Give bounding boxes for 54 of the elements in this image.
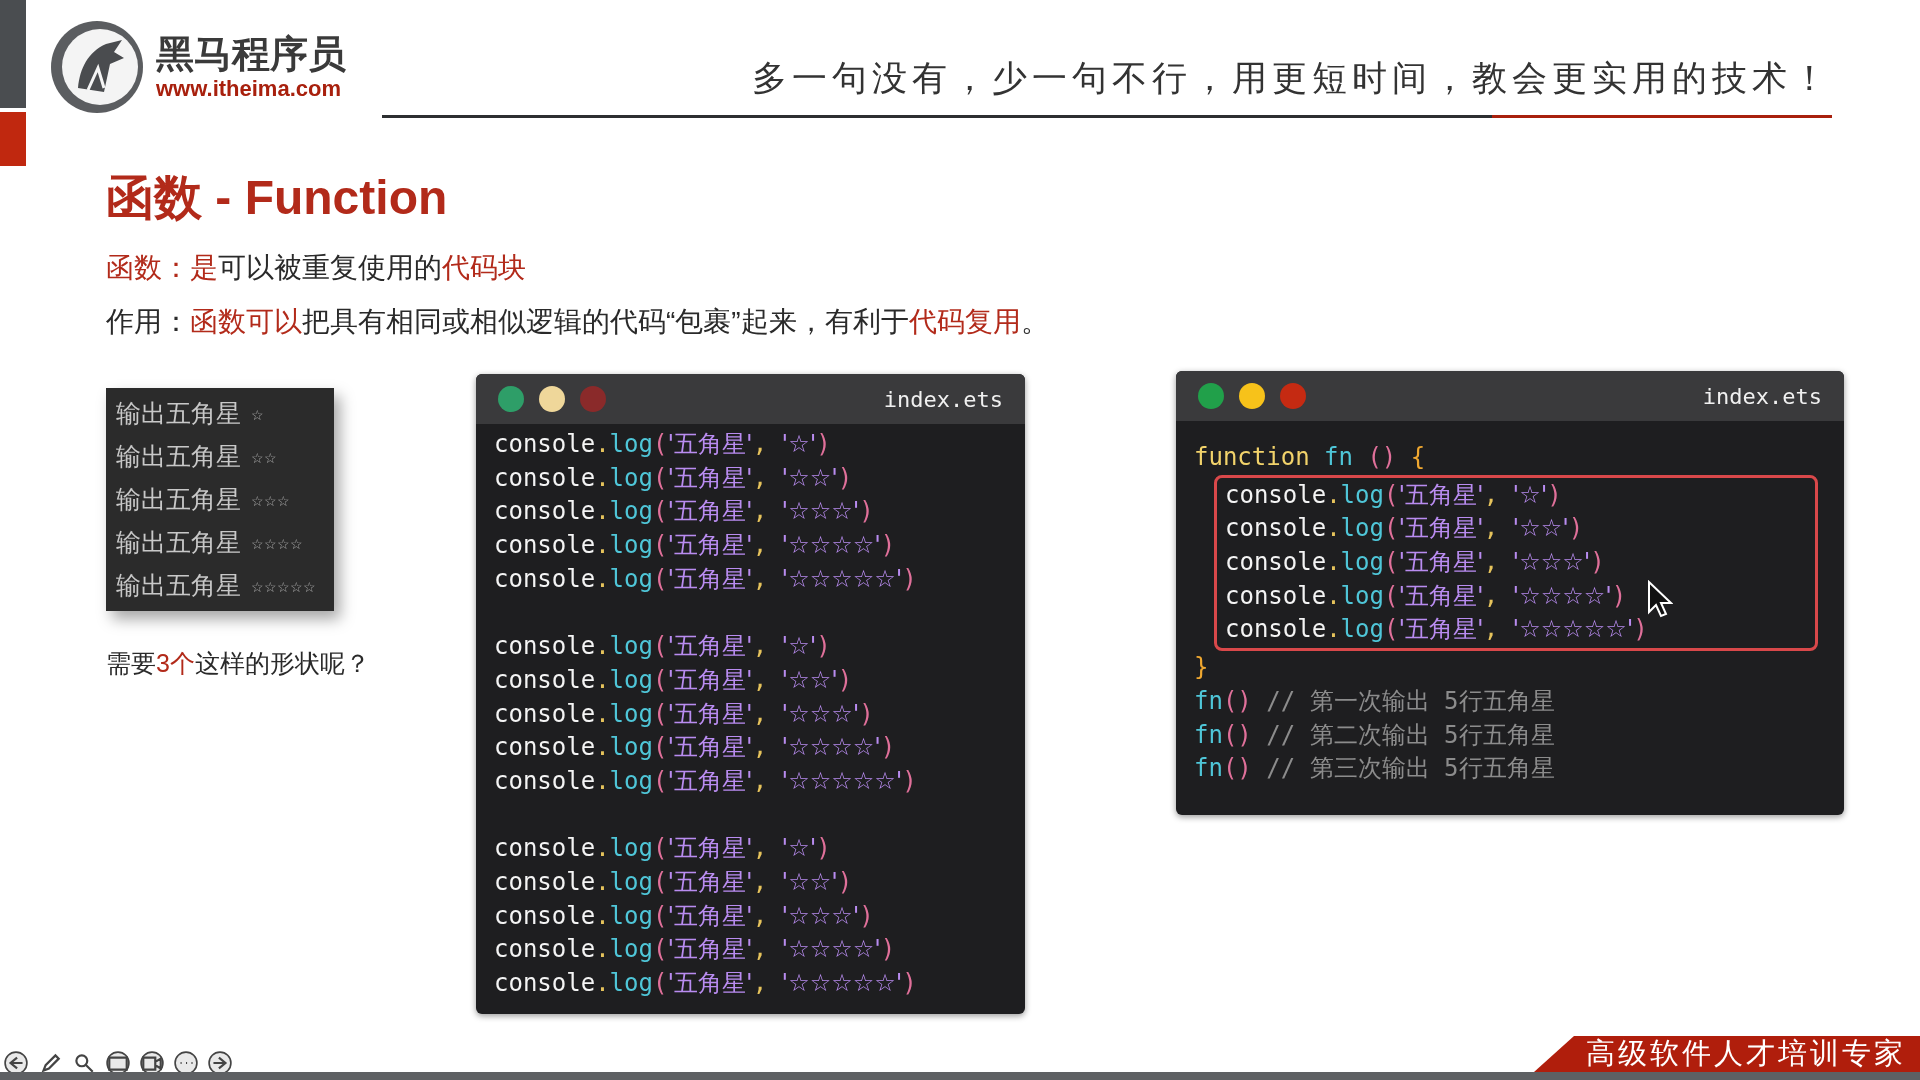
code-line: console.log('五角星', '☆☆☆☆☆') xyxy=(1225,614,1648,646)
brand-name: 黑马程序员 xyxy=(156,32,346,76)
code-line: console.log('五角星', '☆☆') xyxy=(1225,513,1584,545)
output-label: 输出五角星 xyxy=(116,397,241,429)
code-line: console.log('五角星', '☆☆☆☆') xyxy=(494,530,896,562)
code-line: fn() // 第三次输出 5行五角星 xyxy=(1194,753,1555,785)
code-line: console.log('五角星', '☆☆') xyxy=(494,664,853,696)
definition-text: 作用：函数可以把具有相同或相似逻辑的代码“包裹”起来，有利于代码复用。 xyxy=(106,305,1049,339)
question-text: 需要3个这样的形状呢？ xyxy=(106,648,370,679)
captions-icon[interactable] xyxy=(106,1051,130,1075)
code-line: console.log('五角星', '☆☆☆') xyxy=(494,496,874,528)
star-output: ☆☆☆☆ xyxy=(251,535,303,554)
forward-icon[interactable] xyxy=(208,1051,232,1075)
output-label: 输出五角星 xyxy=(116,483,241,515)
star-output: ☆☆ xyxy=(251,449,277,468)
code-line: console.log('五角星', '☆☆☆☆') xyxy=(494,934,896,966)
code-line: console.log('五角星', '☆☆☆☆') xyxy=(1225,580,1627,612)
definition-text: 函数：是可以被重复使用的代码块 xyxy=(106,251,526,285)
output-label: 输出五角星 xyxy=(116,526,241,558)
code-line: } xyxy=(1194,652,1209,684)
code-line: fn() // 第二次输出 5行五角星 xyxy=(1194,719,1555,751)
mouse-cursor-icon xyxy=(1647,579,1673,618)
slide-title: 函数 - Function xyxy=(106,170,448,226)
code-line: console.log('五角星', '☆') xyxy=(494,631,831,663)
file-name: index.ets xyxy=(883,385,1003,414)
star-output: ☆☆☆☆☆ xyxy=(251,578,316,597)
code-line: console.log('五角星', '☆☆☆☆') xyxy=(494,732,896,764)
slogan: 多一句没有，少一句不行，用更短时间，教会更实用的技术！ xyxy=(752,57,1832,100)
search-icon[interactable] xyxy=(72,1051,96,1075)
back-icon[interactable] xyxy=(4,1051,28,1075)
code-line: console.log('五角星', '☆☆☆☆☆') xyxy=(494,968,917,999)
code-line: console.log('五角星', '☆') xyxy=(494,429,831,460)
code-line: function fn () { xyxy=(1194,442,1426,473)
star-output: ☆ xyxy=(251,406,264,425)
output-label: 输出五角星 xyxy=(116,569,241,601)
code-line: console.log('五角星', '☆☆☆') xyxy=(494,698,874,730)
code-line: fn() // 第一次输出 5行五角星 xyxy=(1194,685,1555,717)
star-output: ☆☆☆ xyxy=(251,492,290,511)
output-label: 输出五角星 xyxy=(116,440,241,472)
logo-icon xyxy=(48,18,146,116)
file-name: index.ets xyxy=(1702,382,1822,411)
banner-text: 高级软件人才培训专家 xyxy=(1586,1036,1906,1072)
video-camera-icon[interactable] xyxy=(140,1051,164,1075)
code-line: console.log('五角星', '☆☆☆☆☆') xyxy=(494,765,917,797)
code-line: console.log('五角星', '☆') xyxy=(494,833,831,865)
more-icon[interactable] xyxy=(174,1051,198,1075)
code-line: console.log('五角星', '☆') xyxy=(1225,479,1562,511)
code-line: console.log('五角星', '☆☆☆') xyxy=(1225,547,1605,579)
code-line: console.log('五角星', '☆☆☆') xyxy=(494,900,874,932)
code-line: console.log('五角星', '☆☆') xyxy=(494,866,853,898)
brand-url: www.itheima.com xyxy=(156,76,342,102)
code-line: console.log('五角星', '☆☆') xyxy=(494,462,853,494)
code-line: console.log('五角星', '☆☆☆☆☆') xyxy=(494,563,917,595)
side-bar xyxy=(0,112,26,166)
